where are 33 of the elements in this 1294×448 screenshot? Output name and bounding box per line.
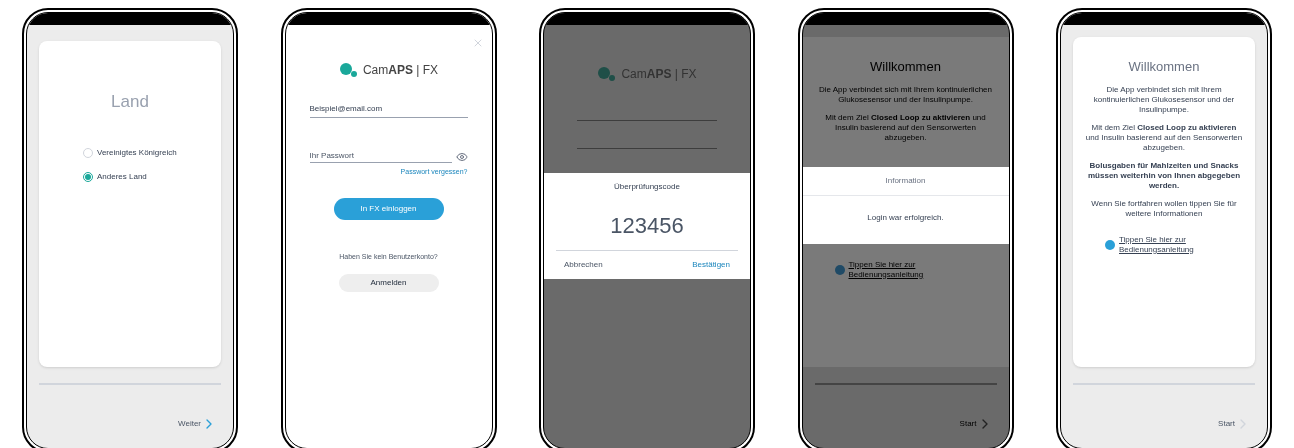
radio-option[interactable]: Anderes Land — [83, 170, 177, 183]
radio-button[interactable] — [83, 171, 93, 182]
screen-title: Willkommen — [870, 58, 941, 76]
radio-option[interactable]: Vereinigtes Königreich — [83, 146, 177, 159]
paragraph: Mit dem Ziel Closed Loop zu aktivieren und Insulin basierend auf den Sensorwerten abzugeben. — [1084, 122, 1244, 153]
next-button[interactable]: Weiter — [178, 416, 217, 432]
dialog-title: Information — [885, 174, 926, 187]
verification-code: 123456 — [610, 212, 684, 240]
logo-icon — [338, 62, 359, 78]
paragraph: Die App verbindet sich mit Ihrem kontinuierlichen Glukosesensor und der Insulinpumpe. — [1092, 84, 1236, 115]
confirm-button[interactable]: Bestätigen — [692, 259, 730, 271]
info-icon — [834, 264, 845, 275]
eye-icon[interactable] — [455, 151, 468, 163]
cancel-button[interactable]: Abbrechen — [564, 259, 603, 271]
paragraph: Die App verbindet sich mit Ihrem kontinuierlichen Glukosesensor und der Insulinpumpe. — [818, 84, 993, 105]
start-button[interactable]: Start — [1218, 416, 1251, 432]
password-field[interactable]: Ihr Passwort — [309, 150, 452, 163]
start-button[interactable]: Start — [959, 416, 993, 432]
manual-link[interactable]: Tippen Sie hier zur Bedienungsanleitung — [1073, 234, 1255, 255]
app-logo-text: CamAPS | FX — [362, 62, 439, 79]
dialog-title: Überprüfungscode — [614, 181, 680, 193]
info-icon — [1105, 239, 1115, 250]
paragraph: Bolusgaben für Mahlzeiten und Snacks müssen weiterhin von Ihnen abgegeben werden. — [1087, 160, 1241, 191]
manual-link[interactable]: Tippen Sie hier zur Bedienungsanleitung — [802, 259, 1009, 280]
logo-icon — [597, 66, 618, 82]
email-field[interactable]: Beispiel@email.com — [309, 103, 468, 118]
screen-title: Willkommen — [1128, 58, 1200, 76]
register-button[interactable]: Anmelden — [338, 274, 439, 292]
radio-button[interactable] — [83, 147, 93, 158]
paragraph: Mit dem Ziel Closed Loop zu aktivieren und Insulin basierend auf den Sensorwerten abzugeben. — [824, 112, 987, 143]
screen-title: Land — [111, 91, 149, 113]
dialog-message: Login war erfolgreich. — [867, 211, 944, 224]
paragraph: Wenn Sie fortfahren wollen tippen Sie für weitere Informationen — [1090, 198, 1238, 219]
